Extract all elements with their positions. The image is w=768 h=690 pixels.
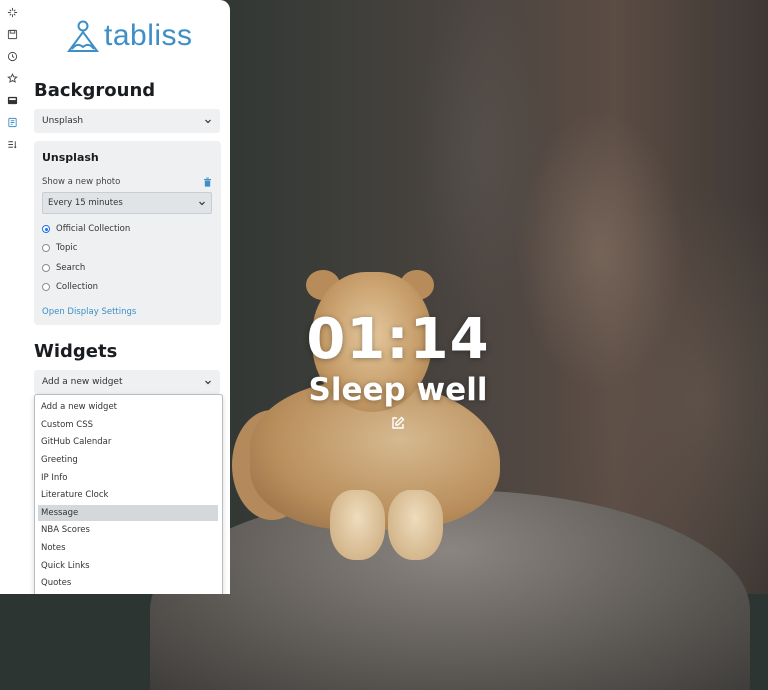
lioness-paw-right (388, 490, 443, 560)
add-widget-select[interactable]: Add a new widget (34, 370, 220, 394)
radio-button[interactable] (42, 283, 50, 291)
photo-interval-select[interactable]: Every 15 minutes (42, 192, 212, 214)
radio-label: Official Collection (56, 224, 131, 234)
widget-option[interactable]: NBA Scores (38, 522, 218, 538)
open-display-settings-link[interactable]: Open Display Settings (42, 307, 136, 317)
radio-label: Collection (56, 282, 99, 292)
widget-option[interactable]: Quotes (38, 575, 218, 591)
radio-label: Topic (56, 243, 78, 253)
widget-option[interactable]: GitHub Calendar (38, 434, 218, 450)
add-widget-select-value: Add a new widget (42, 377, 123, 387)
radio-button[interactable] (42, 244, 50, 252)
unsplash-card: Unsplash Show a new photo Every 15 minut… (34, 141, 221, 325)
radio-button-checked[interactable] (42, 225, 50, 233)
lioness-paw-left (330, 490, 385, 560)
radio-search[interactable]: Search (42, 263, 85, 273)
widget-option[interactable]: Custom CSS (38, 417, 218, 433)
background-heading: Background (34, 80, 156, 101)
show-new-photo-label: Show a new photo (42, 177, 121, 187)
widget-option-selected[interactable]: Message (38, 504, 218, 521)
greeting-text: Sleep well (308, 372, 488, 408)
logo: tabliss (66, 18, 193, 54)
widget-option[interactable]: Greeting (38, 452, 218, 468)
document-icon[interactable] (3, 113, 21, 131)
widget-dropdown-list: Add a new widget Custom CSS GitHub Calen… (34, 394, 223, 594)
chevron-down-icon (199, 201, 205, 206)
radio-official-collection[interactable]: Official Collection (42, 224, 130, 234)
background-select-value: Unsplash (42, 116, 84, 126)
save-icon[interactable] (3, 25, 21, 43)
unsplash-card-title: Unsplash (42, 151, 99, 164)
logo-text: tabliss (104, 19, 193, 52)
icon-rail (0, 0, 25, 594)
widget-option[interactable]: Notes (38, 540, 218, 556)
clock-icon[interactable] (3, 47, 21, 65)
widget-option[interactable]: Quick Links (38, 558, 218, 574)
list-icon[interactable] (3, 135, 21, 153)
star-icon[interactable] (3, 69, 21, 87)
image-icon[interactable] (3, 91, 21, 109)
chevron-down-icon (205, 119, 211, 124)
radio-label: Search (56, 263, 86, 273)
radio-collection[interactable]: Collection (42, 282, 98, 292)
widget-option[interactable]: IP Info (38, 470, 218, 486)
radio-topic[interactable]: Topic (42, 243, 77, 253)
sparkle-icon[interactable] (3, 3, 21, 21)
widget-option[interactable]: Literature Clock (38, 487, 218, 503)
radio-button[interactable] (42, 264, 50, 272)
trash-icon[interactable] (203, 177, 212, 187)
dashboard-overlay: 01:14 Sleep well (230, 305, 566, 435)
widget-option[interactable]: Add a new widget (38, 399, 218, 415)
background-select[interactable]: Unsplash (34, 109, 220, 133)
settings-panel: tabliss Background Unsplash Unsplash Sho… (24, 0, 230, 594)
widgets-heading: Widgets (34, 341, 118, 362)
clock-time: 01:14 (306, 307, 490, 372)
edit-icon[interactable] (389, 415, 407, 433)
chevron-down-icon (205, 380, 211, 385)
logo-mark-icon (67, 20, 99, 52)
photo-interval-value: Every 15 minutes (48, 198, 123, 208)
